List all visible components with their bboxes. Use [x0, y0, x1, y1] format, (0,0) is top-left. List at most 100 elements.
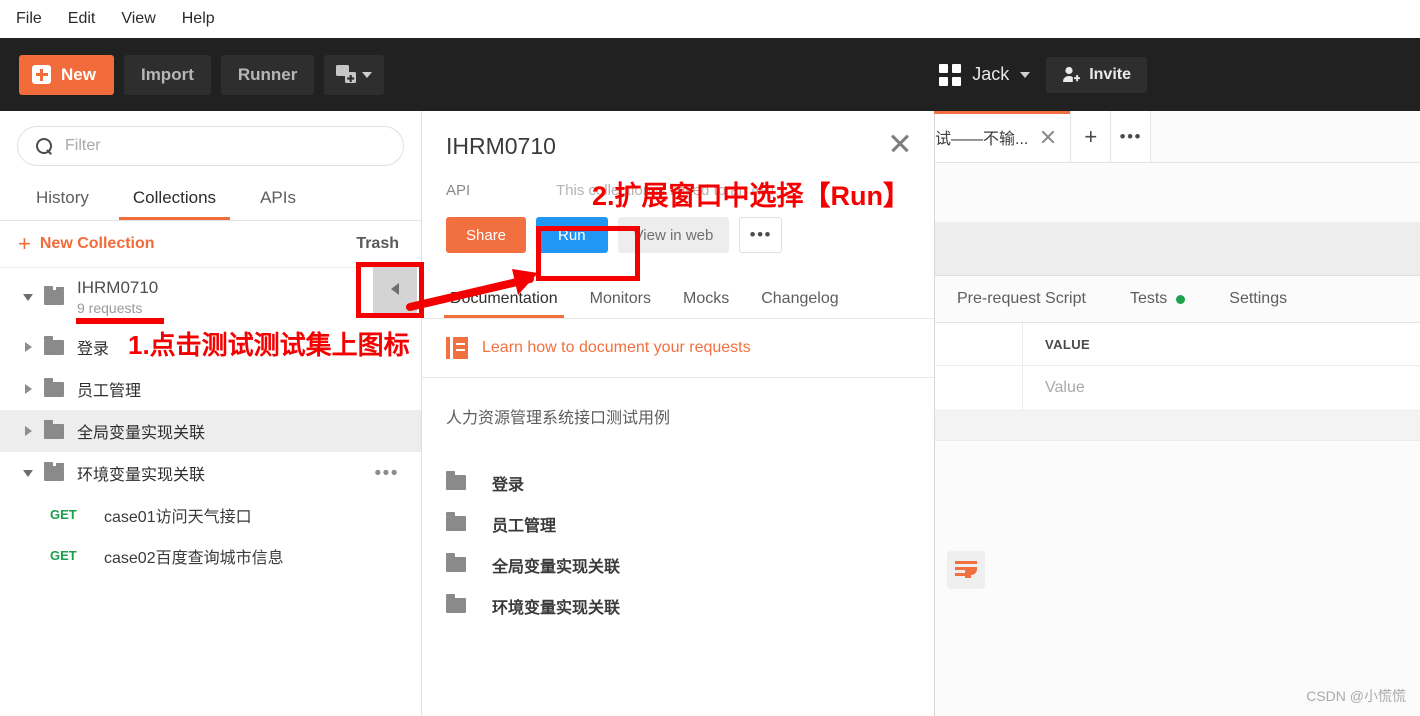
new-button[interactable]: New	[19, 54, 114, 95]
tab-documentation[interactable]: Documentation	[434, 290, 574, 318]
params-key-cell[interactable]	[935, 366, 1023, 410]
document-icon	[446, 337, 468, 359]
tab-changelog[interactable]: Changelog	[745, 290, 854, 318]
documentation-body: 人力资源管理系统接口测试用例 登录 员工管理 全局变量实现关联 环境变量实现关联	[422, 378, 934, 626]
learn-documentation-link[interactable]: Learn how to document your requests	[422, 319, 934, 378]
doc-folder-item[interactable]: 环境变量实现关联	[446, 585, 910, 626]
tab-options-button[interactable]: •••	[1111, 111, 1152, 162]
detail-meta: API This collection is linked to an API	[422, 160, 934, 199]
workspace-user-menu[interactable]: Jack	[939, 63, 1031, 86]
detail-header: IHRM0710	[422, 111, 934, 160]
menu-bar: File Edit View Help	[0, 0, 1420, 38]
request-tab-active[interactable]: 试——不输...	[933, 111, 1072, 162]
search-icon	[36, 137, 53, 155]
filter-area	[0, 111, 421, 176]
tree-folder-global-var[interactable]: 全局变量实现关联	[0, 410, 421, 452]
new-tab-button[interactable]: +	[1071, 111, 1112, 162]
collection-detail-panel: IHRM0710 API This collection is linked t…	[422, 111, 935, 716]
new-collection-button[interactable]: + New Collection	[18, 233, 155, 255]
folder-icon	[446, 471, 466, 490]
runner-button[interactable]: Runner	[220, 54, 315, 95]
collection-collapse-button[interactable]	[373, 265, 417, 313]
tab-history[interactable]: History	[14, 188, 111, 220]
request-name: case01访问天气接口	[104, 508, 252, 526]
chevron-right-icon[interactable]	[18, 342, 38, 352]
request-row-case02[interactable]: GET case02百度查询城市信息	[0, 535, 421, 576]
chevron-down-icon	[362, 71, 373, 78]
request-title-area	[935, 163, 1420, 223]
menu-item-view[interactable]: View	[119, 9, 157, 29]
doc-folder-label: 员工管理	[492, 517, 557, 535]
toolbar: New Import Runner Jack Invite	[0, 38, 1420, 111]
tab-collections[interactable]: Collections	[111, 188, 238, 220]
close-icon[interactable]	[1040, 129, 1056, 145]
detail-title: IHRM0710	[446, 133, 556, 159]
menu-item-file[interactable]: File	[14, 9, 44, 29]
params-value-cell[interactable]: Value	[1023, 366, 1420, 410]
word-wrap-icon	[955, 561, 977, 579]
person-add-icon	[1063, 66, 1081, 82]
collection-description: 人力资源管理系统接口测试用例	[446, 410, 671, 427]
run-button[interactable]: Run	[536, 217, 608, 253]
tab-tests[interactable]: Tests	[1108, 290, 1207, 308]
tab-pre-request-script-label: Pre-request Script	[957, 290, 1086, 307]
collection-root-row[interactable]: IHRM0710 9 requests	[0, 268, 421, 326]
params-table-row[interactable]: Value	[935, 366, 1420, 411]
folder-icon	[44, 461, 64, 481]
search-box[interactable]	[17, 126, 404, 166]
doc-folder-item[interactable]: 员工管理	[446, 503, 910, 544]
menu-item-edit[interactable]: Edit	[66, 9, 98, 29]
detail-actions: Share Run View in web •••	[422, 199, 934, 253]
request-row-case01[interactable]: GET case01访问天气接口	[0, 494, 421, 535]
tab-settings-label: Settings	[1229, 290, 1288, 307]
tab-apis[interactable]: APIs	[238, 188, 318, 220]
tree-folder-label: 环境变量实现关联	[77, 467, 206, 484]
word-wrap-button[interactable]	[947, 551, 985, 589]
chevron-down-icon[interactable]	[18, 293, 38, 301]
doc-folder-item[interactable]: 全局变量实现关联	[446, 544, 910, 585]
doc-folder-label: 全局变量实现关联	[492, 558, 621, 576]
tree-folder-env-var[interactable]: 环境变量实现关联 •••	[0, 452, 421, 494]
request-tabstrip: 试——不输... + •••	[933, 111, 1420, 163]
doc-folder-item[interactable]: 登录	[446, 462, 910, 503]
sidebar-tabs: History Collections APIs	[0, 176, 421, 221]
folder-icon	[446, 512, 466, 531]
learn-documentation-label: Learn how to document your requests	[482, 339, 751, 356]
tree-folder-employee[interactable]: 员工管理	[0, 368, 421, 410]
params-value-header-label: VALUE	[1045, 336, 1091, 352]
tab-monitors[interactable]: Monitors	[574, 290, 667, 318]
search-input[interactable]	[65, 137, 385, 155]
import-button[interactable]: Import	[123, 54, 211, 95]
plus-icon: +	[18, 231, 31, 256]
trash-button[interactable]: Trash	[356, 235, 399, 253]
close-icon[interactable]	[888, 131, 912, 155]
folder-options-icon[interactable]: •••	[375, 464, 399, 483]
new-button-label: New	[61, 64, 96, 84]
tab-mocks[interactable]: Mocks	[667, 290, 745, 318]
share-button[interactable]: Share	[446, 217, 527, 253]
view-in-web-button[interactable]: View in web	[617, 217, 730, 253]
doc-folder-label: 环境变量实现关联	[492, 599, 621, 617]
menu-item-help[interactable]: Help	[180, 9, 217, 29]
toolbar-right-group: Jack Invite	[939, 38, 1420, 111]
collection-request-count: 9 requests	[77, 299, 143, 316]
more-options-button[interactable]: •••	[739, 217, 783, 253]
tree-folder-denglu[interactable]: 登录	[0, 326, 421, 368]
new-window-button[interactable]	[324, 54, 385, 95]
params-value-column-header: VALUE	[1023, 323, 1420, 365]
chevron-right-icon[interactable]	[18, 426, 38, 436]
chevron-down-icon[interactable]	[18, 469, 38, 477]
params-key-column-header	[935, 323, 1023, 365]
chevron-right-icon[interactable]	[18, 384, 38, 394]
tab-pre-request-script[interactable]: Pre-request Script	[935, 290, 1108, 308]
request-url-bar[interactable]	[935, 223, 1420, 276]
user-name: Jack	[972, 64, 1010, 84]
invite-button[interactable]: Invite	[1046, 56, 1147, 93]
collection-texts: IHRM0710 9 requests	[77, 277, 158, 316]
tab-settings[interactable]: Settings	[1207, 290, 1309, 308]
request-method: GET	[50, 548, 77, 563]
new-window-icon	[336, 65, 357, 83]
request-tab-label: 试——不输...	[935, 130, 1029, 148]
watermark: CSDN @小慌慌	[1306, 688, 1406, 704]
collection-name: IHRM0710	[77, 278, 159, 298]
